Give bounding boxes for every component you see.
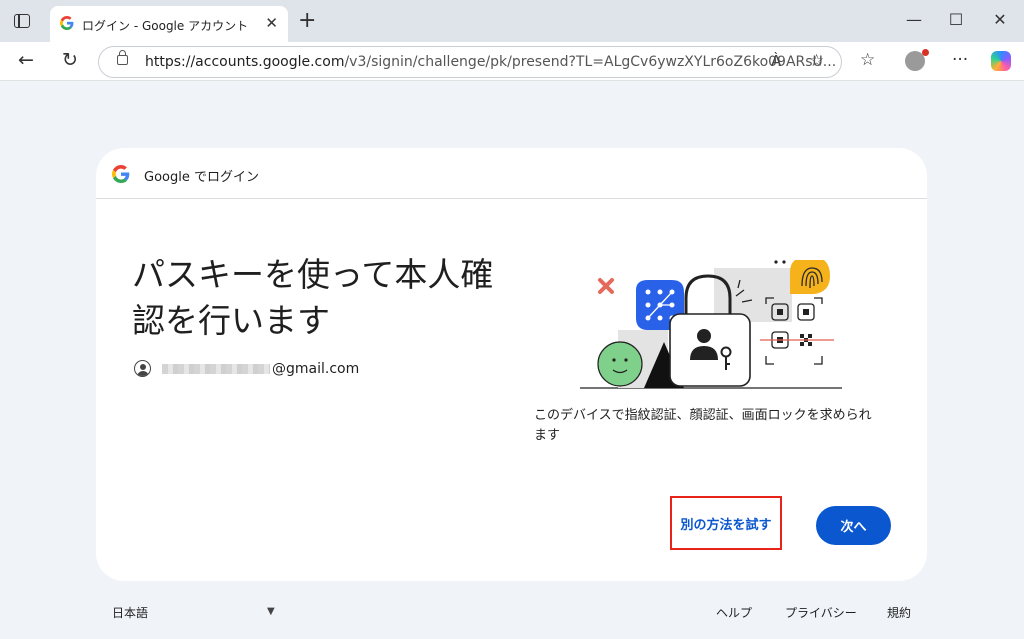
lock-icon xyxy=(117,50,128,65)
google-favicon-icon xyxy=(60,16,74,30)
next-button-label: 次へ xyxy=(840,520,867,535)
google-logo-icon xyxy=(112,165,130,183)
url-text: https://accounts.google.com/v3/signin/ch… xyxy=(145,54,837,70)
favorites-icon[interactable]: ☆ xyxy=(860,50,875,70)
page-title: パスキーを使って本人確認を行います xyxy=(132,255,494,340)
language-select[interactable]: 日本語 xyxy=(112,604,148,621)
language-dropdown-icon[interactable]: ▼ xyxy=(267,606,275,617)
help-link[interactable]: ヘルプ xyxy=(716,604,752,621)
browser-toolbar: ← ↻ https://accounts.google.com/v3/signi… xyxy=(0,42,1024,81)
card-header-label: Google でログイン xyxy=(144,170,259,185)
tab-close-icon[interactable]: ✕ xyxy=(265,14,278,32)
try-another-way-label: 別の方法を試す xyxy=(680,517,772,533)
maximize-icon[interactable]: ☐ xyxy=(946,10,966,29)
copilot-icon[interactable] xyxy=(991,51,1011,71)
redacted-email-blur xyxy=(162,364,270,374)
privacy-link[interactable]: プライバシー xyxy=(785,604,857,621)
tab-active[interactable]: ログイン - Google アカウント ✕ xyxy=(50,6,288,42)
sidebar-toggle-icon[interactable] xyxy=(14,14,30,28)
new-tab-icon[interactable]: + xyxy=(298,8,316,33)
passkey-description: このデバイスで指紋認証、顔認証、画面ロックを求められます xyxy=(534,408,872,443)
window-close-icon[interactable]: ✕ xyxy=(990,10,1010,29)
terms-link[interactable]: 規約 xyxy=(887,604,911,621)
account-circle-icon xyxy=(134,360,151,377)
next-button[interactable]: 次へ xyxy=(816,506,891,545)
back-icon[interactable]: ← xyxy=(14,49,38,71)
profile-avatar[interactable] xyxy=(905,49,929,71)
card-header: Google でログイン xyxy=(96,148,927,199)
favorite-star-icon[interactable]: ☆ xyxy=(809,51,824,71)
signin-card: Google でログイン パスキーを使って本人確認を行います @gmail.co… xyxy=(96,148,927,581)
account-email: @gmail.com xyxy=(272,361,360,377)
read-aloud-icon[interactable]: À xyxy=(771,52,781,70)
tab-strip: ログイン - Google アカウント ✕ + — ☐ ✕ xyxy=(0,0,1024,42)
address-bar[interactable]: https://accounts.google.com/v3/signin/ch… xyxy=(98,46,842,78)
tab-title: ログイン - Google アカウント xyxy=(82,19,249,33)
more-menu-icon[interactable]: ··· xyxy=(952,50,968,70)
minimize-icon[interactable]: — xyxy=(904,10,924,29)
reload-icon[interactable]: ↻ xyxy=(58,49,82,71)
passkey-illustration xyxy=(580,260,842,389)
try-another-way-button[interactable]: 別の方法を試す xyxy=(670,496,782,550)
